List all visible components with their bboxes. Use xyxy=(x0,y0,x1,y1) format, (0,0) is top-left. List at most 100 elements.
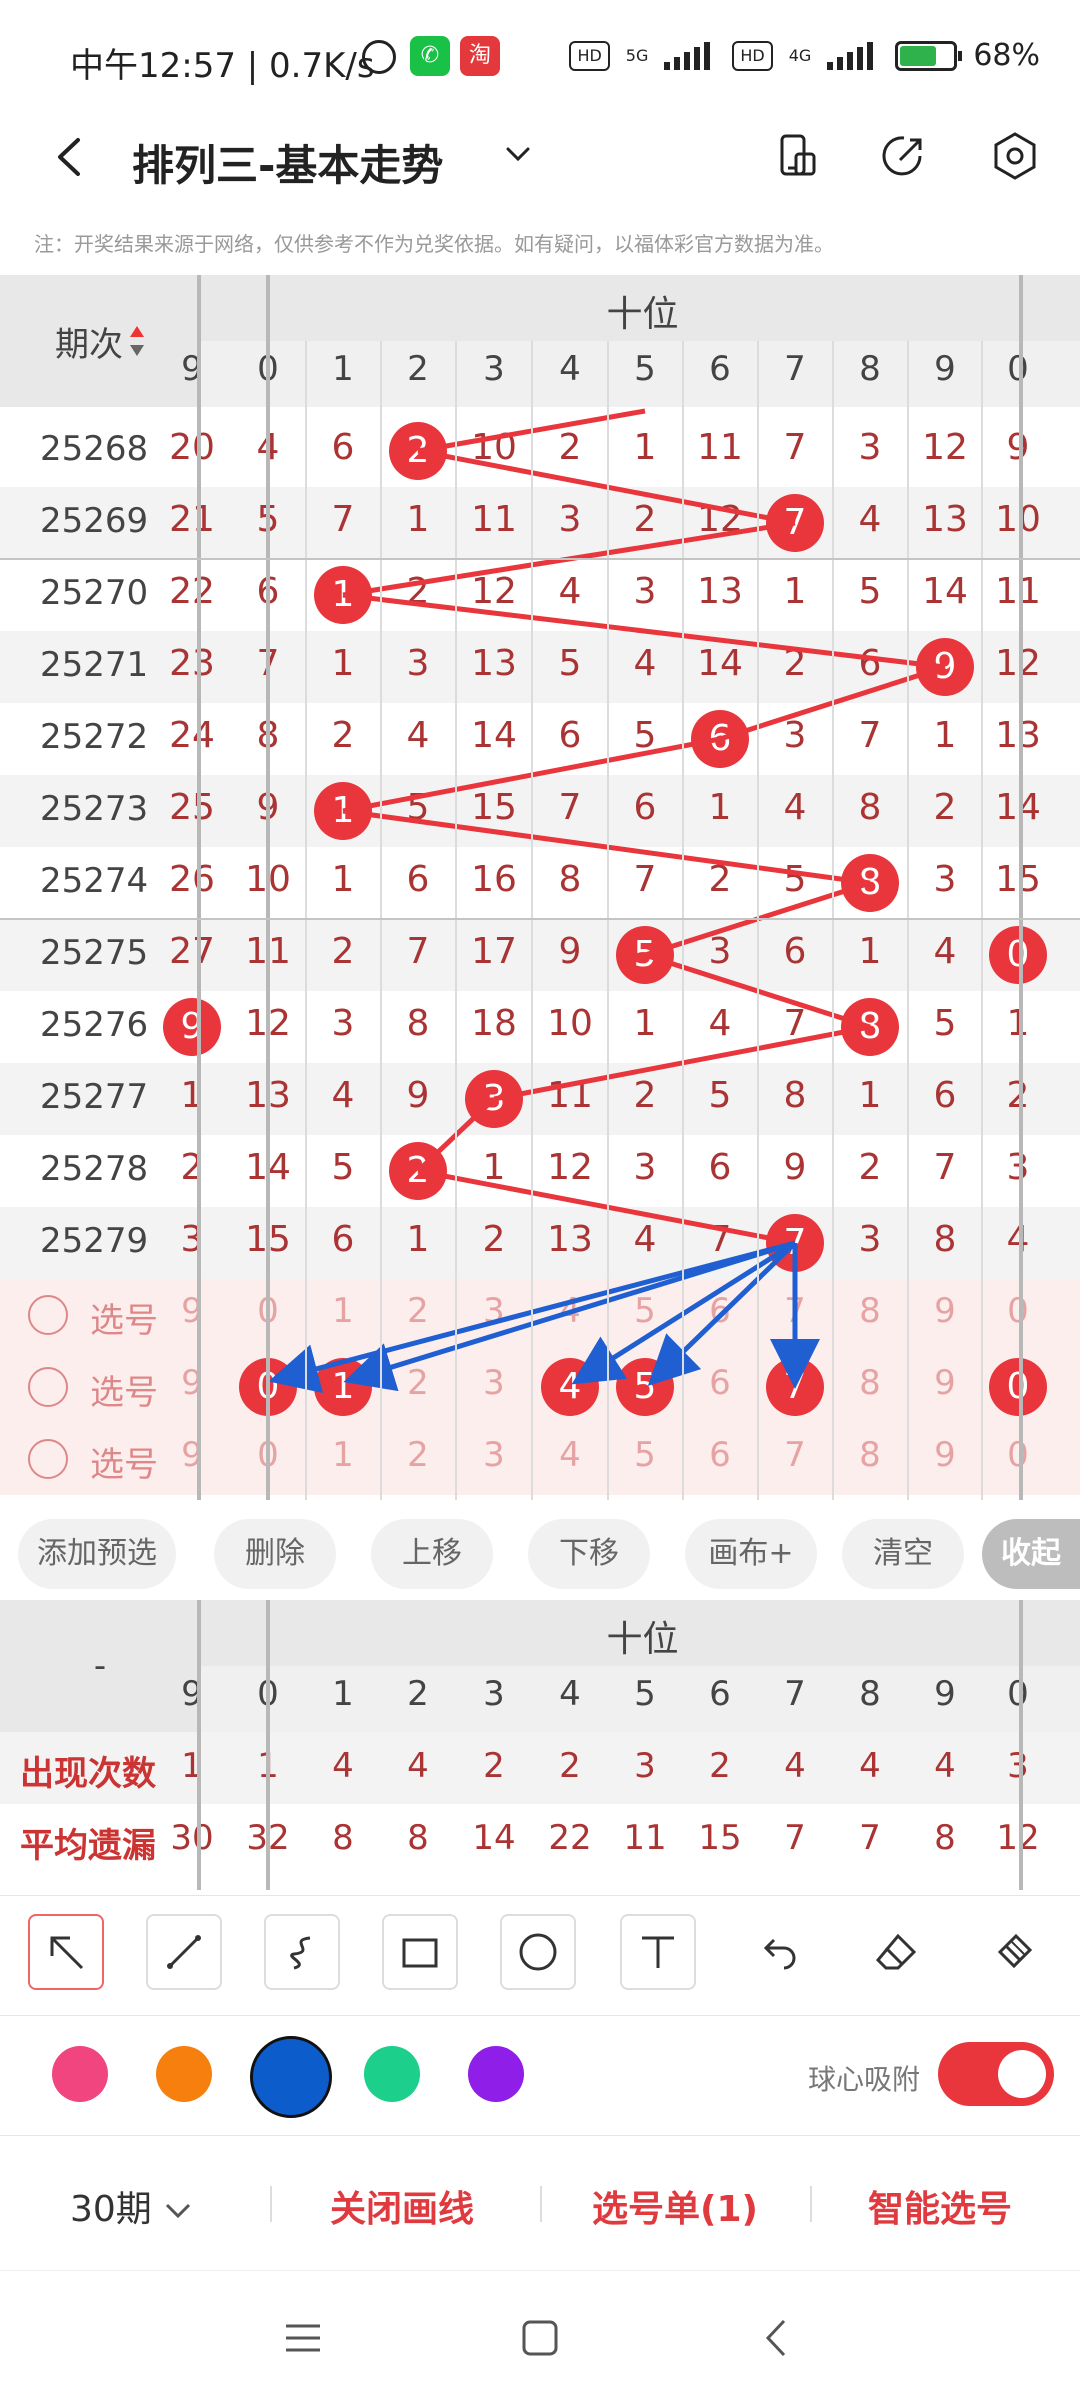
radio-button[interactable] xyxy=(28,1439,68,1479)
text-icon[interactable] xyxy=(620,1914,696,1990)
miss-count: 13 xyxy=(697,571,743,612)
pick-number[interactable]: 2 xyxy=(381,1363,455,1403)
selected-ball[interactable]: 0 xyxy=(989,1358,1047,1416)
period-selector[interactable]: 30期 xyxy=(70,2180,193,2232)
color-swatch[interactable] xyxy=(52,2046,108,2102)
pick-number[interactable]: 6 xyxy=(683,1291,757,1331)
miss-count: 1 xyxy=(331,859,355,900)
miss-count: 6 xyxy=(933,1075,957,1116)
color-swatch[interactable] xyxy=(468,2046,524,2102)
clear-brush-icon[interactable] xyxy=(976,1914,1052,1990)
close-lines-button[interactable]: 关闭画线 xyxy=(330,2180,474,2232)
pick-number[interactable]: 9 xyxy=(908,1363,982,1403)
back-nav-icon[interactable] xyxy=(752,2313,802,2363)
stats-value: 3 xyxy=(1007,1746,1029,1786)
collapse-button[interactable]: 收起 xyxy=(982,1519,1080,1589)
miss-count: 3 xyxy=(180,1219,204,1260)
stats-column-header: 4 xyxy=(559,1674,581,1714)
pick-number[interactable]: 9 xyxy=(155,1291,229,1331)
pick-number[interactable]: 4 xyxy=(533,1291,607,1331)
pick-number[interactable]: 7 xyxy=(758,1435,832,1475)
trend-grid: 期次 十位 901234567890 252682046210211173129… xyxy=(0,275,1080,1500)
column-divider xyxy=(197,1600,201,1890)
pick-number[interactable]: 6 xyxy=(683,1435,757,1475)
miss-count: 2 xyxy=(180,1147,204,1188)
color-swatch[interactable] xyxy=(364,2046,420,2102)
line-icon[interactable] xyxy=(146,1914,222,1990)
pick-number[interactable]: 3 xyxy=(457,1435,531,1475)
settings-icon[interactable] xyxy=(985,126,1045,186)
pick-number[interactable]: 7 xyxy=(758,1291,832,1331)
canvas-add-button[interactable]: 画布+ xyxy=(685,1519,817,1589)
selected-ball[interactable]: 7 xyxy=(766,1358,824,1416)
pick-list-button[interactable]: 选号单(1) xyxy=(592,2180,758,2232)
system-nav-bar xyxy=(0,2270,1080,2401)
stats-row: 出现次数114422324443 xyxy=(0,1732,1080,1804)
miss-count: 4 xyxy=(708,1003,732,1044)
circle-icon[interactable] xyxy=(500,1914,576,1990)
pick-number[interactable]: 8 xyxy=(833,1291,907,1331)
stats-value: 15 xyxy=(698,1818,742,1858)
back-icon[interactable] xyxy=(48,134,94,180)
miss-count: 11 xyxy=(547,1075,593,1116)
chevron-down-icon[interactable] xyxy=(500,136,536,172)
smart-pick-button[interactable]: 智能选号 xyxy=(868,2180,1012,2232)
pick-number[interactable]: 6 xyxy=(683,1363,757,1403)
selected-ball[interactable]: 4 xyxy=(541,1358,599,1416)
delete-button[interactable]: 删除 xyxy=(214,1519,336,1589)
eraser-icon[interactable] xyxy=(858,1914,934,1990)
miss-count: 11 xyxy=(995,571,1041,612)
group-label-tens: 十位 xyxy=(606,294,679,335)
home-icon[interactable] xyxy=(515,2313,565,2363)
clear-button[interactable]: 清空 xyxy=(842,1519,964,1589)
pick-number[interactable]: 9 xyxy=(908,1435,982,1475)
pick-number[interactable]: 2 xyxy=(381,1291,455,1331)
add-preselect-button[interactable]: 添加预选 xyxy=(18,1519,176,1589)
move-down-button[interactable]: 下移 xyxy=(528,1519,650,1589)
miss-count: 12 xyxy=(697,499,743,540)
pick-number[interactable]: 3 xyxy=(457,1291,531,1331)
stats-value: 30 xyxy=(170,1818,214,1858)
undo-icon[interactable] xyxy=(740,1914,816,1990)
stats-value: 2 xyxy=(559,1746,581,1786)
snap-label: 球心吸附 xyxy=(808,2063,921,2096)
pick-row[interactable]: 选号901234567890 xyxy=(0,1351,1080,1423)
selected-ball[interactable]: 1 xyxy=(314,1358,372,1416)
move-up-button[interactable]: 上移 xyxy=(371,1519,493,1589)
pick-number[interactable]: 3 xyxy=(457,1363,531,1403)
color-swatch[interactable] xyxy=(250,2036,332,2118)
pick-number[interactable]: 9 xyxy=(908,1291,982,1331)
page-title[interactable]: 排列三-基本走势 xyxy=(132,132,443,193)
pick-number[interactable]: 9 xyxy=(155,1435,229,1475)
selected-ball[interactable]: 5 xyxy=(616,1358,674,1416)
pick-number[interactable]: 9 xyxy=(155,1363,229,1403)
device-icon[interactable] xyxy=(768,126,828,186)
pick-number[interactable]: 2 xyxy=(381,1435,455,1475)
pick-number[interactable]: 4 xyxy=(533,1435,607,1475)
select-arrow-icon[interactable] xyxy=(28,1914,104,1990)
radio-button[interactable] xyxy=(28,1367,68,1407)
color-swatch[interactable] xyxy=(156,2046,212,2102)
column-header: 9 xyxy=(934,349,956,389)
pick-row[interactable]: 选号901234567890 xyxy=(0,1279,1080,1351)
snap-toggle[interactable] xyxy=(938,2042,1054,2106)
pick-number[interactable]: 1 xyxy=(306,1435,380,1475)
pick-number[interactable]: 5 xyxy=(608,1435,682,1475)
miss-count: 16 xyxy=(471,859,517,900)
cell-divider xyxy=(681,341,684,1500)
rectangle-icon[interactable] xyxy=(382,1914,458,1990)
miss-count: 12 xyxy=(471,571,517,612)
pick-row[interactable]: 选号901234567890 xyxy=(0,1423,1080,1495)
menu-icon[interactable] xyxy=(278,2313,328,2363)
pick-number[interactable]: 0 xyxy=(981,1435,1055,1475)
pick-number[interactable]: 8 xyxy=(833,1363,907,1403)
drawing-toolbar xyxy=(0,1895,1080,2016)
miss-count: 2 xyxy=(633,1075,657,1116)
pick-number[interactable]: 5 xyxy=(608,1291,682,1331)
pick-number[interactable]: 8 xyxy=(833,1435,907,1475)
pick-number[interactable]: 1 xyxy=(306,1291,380,1331)
share-icon[interactable] xyxy=(874,126,934,186)
curve-icon[interactable] xyxy=(264,1914,340,1990)
pick-number[interactable]: 0 xyxy=(981,1291,1055,1331)
radio-button[interactable] xyxy=(28,1295,68,1335)
